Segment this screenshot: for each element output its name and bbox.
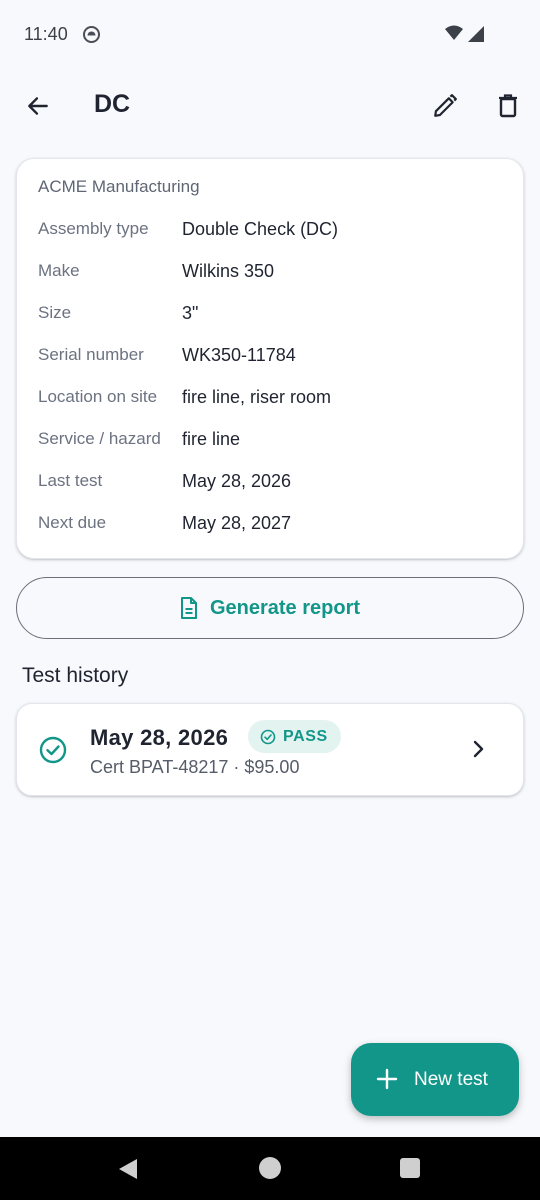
- back-button[interactable]: [18, 86, 58, 126]
- generate-report-label: Generate report: [209, 596, 361, 619]
- test-history-heading: Test history: [22, 664, 129, 687]
- new-test-label: New test: [414, 1069, 488, 1090]
- detail-row-next-due: Next due May 28, 2027: [38, 513, 508, 537]
- generate-report-button[interactable]: Generate report: [16, 577, 524, 639]
- detail-label: Serial number: [38, 345, 144, 364]
- detail-label: Service / hazard: [38, 429, 161, 448]
- detail-row-service-hazard: Service / hazard fire line: [38, 429, 508, 453]
- plus-icon: [376, 1068, 398, 1090]
- trash-icon: [499, 94, 517, 118]
- detail-value: Wilkins 350: [182, 261, 275, 281]
- assembly-details-card: ACME Manufacturing Assembly type Double …: [16, 158, 524, 559]
- notification-icon: [83, 26, 100, 43]
- pencil-icon: [434, 94, 457, 117]
- system-nav-bar: [0, 1137, 540, 1200]
- document-icon: [180, 597, 197, 619]
- test-date: May 28, 2026: [90, 725, 229, 750]
- check-circle-icon: [260, 729, 276, 744]
- detail-row-serial-number: Serial number WK350-11784: [38, 345, 508, 369]
- nav-back-icon[interactable]: [117, 1157, 139, 1181]
- detail-row-location: Location on site fire line, riser room: [38, 387, 508, 411]
- detail-label: Next due: [38, 513, 107, 532]
- detail-row-size: Size 3": [38, 303, 508, 327]
- top-app-bar: DC: [0, 70, 540, 140]
- detail-value: fire line, riser room: [182, 387, 332, 407]
- detail-label: Last test: [38, 471, 103, 490]
- detail-value: May 28, 2027: [182, 513, 292, 533]
- page-title: DC: [94, 90, 131, 118]
- delete-button[interactable]: [488, 86, 528, 126]
- check-circle-icon: [39, 736, 67, 764]
- arrow-left-icon: [28, 97, 48, 115]
- detail-label: Assembly type: [38, 219, 149, 238]
- status-badge: PASS: [248, 720, 341, 753]
- detail-label: Make: [38, 261, 80, 280]
- status-time: 11:40: [24, 24, 68, 44]
- status-label: PASS: [283, 727, 328, 745]
- nav-recents-icon[interactable]: [400, 1158, 420, 1178]
- new-test-button[interactable]: New test: [351, 1043, 519, 1116]
- signal-wifi-icon: [445, 25, 484, 42]
- test-history-item[interactable]: May 28, 2026 PASS Cert BPAT-48217 · $95.…: [16, 703, 524, 796]
- nav-home-icon[interactable]: [259, 1157, 281, 1179]
- edit-button[interactable]: [425, 86, 465, 126]
- detail-label: Size: [38, 303, 72, 322]
- test-meta: Cert BPAT-48217 · $95.00: [90, 757, 300, 777]
- detail-value: fire line: [182, 429, 241, 449]
- detail-value: 3": [182, 303, 199, 323]
- detail-value: May 28, 2026: [182, 471, 292, 491]
- detail-label: Location on site: [38, 387, 158, 406]
- detail-value: Double Check (DC): [182, 219, 339, 239]
- detail-row-make: Make Wilkins 350: [38, 261, 508, 285]
- company-name: ACME Manufacturing: [38, 177, 200, 196]
- detail-row-assembly-type: Assembly type Double Check (DC): [38, 219, 508, 243]
- detail-value: WK350-11784: [182, 345, 296, 365]
- detail-row-last-test: Last test May 28, 2026: [38, 471, 508, 495]
- chevron-right-icon: [473, 740, 484, 758]
- status-bar: 11:40: [0, 0, 540, 70]
